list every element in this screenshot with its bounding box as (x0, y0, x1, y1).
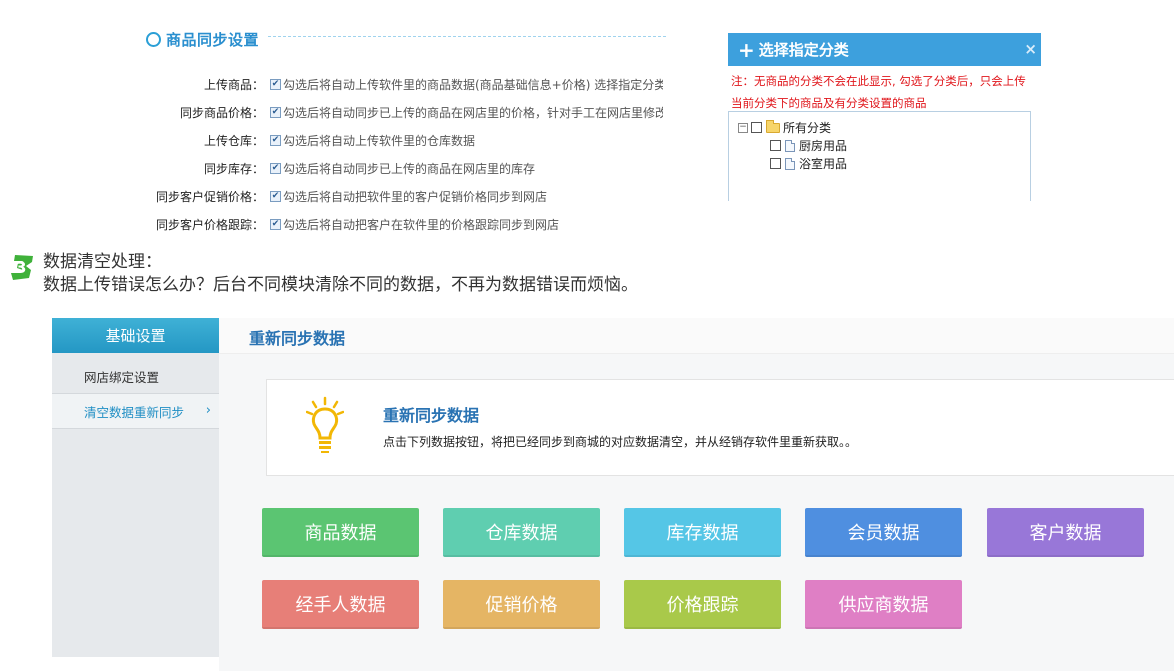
tree-node-label[interactable]: 浴室用品 (799, 155, 847, 172)
collapse-toggle-icon[interactable]: − (738, 122, 748, 133)
chevron-right-icon: › (205, 403, 211, 418)
step-number: 3 (15, 258, 26, 277)
category-dialog-title: 选择指定分类 (758, 41, 849, 59)
option-checkbox[interactable]: ✔ (270, 134, 281, 146)
option-label: 同步库存： (203, 161, 264, 176)
btn-promo-price[interactable]: 促销价格 (443, 580, 600, 629)
sync-options-list: 上传商品： ✔ 勾选后将自动上传软件里的商品数据(商品基础信息+价格) 选择指定… (0, 74, 680, 234)
sync-settings-title: 商品同步设置 (166, 31, 260, 49)
button-label: 价格跟踪 (666, 594, 739, 616)
sidebar-header[interactable]: 基础设置 (52, 318, 219, 353)
tree-checkbox[interactable] (770, 140, 781, 151)
tree-checkbox[interactable] (770, 158, 781, 169)
option-row-sync-price: 同步商品价格： ✔ 勾选后将自动同步已上传的商品在网店里的价格，针对手工在网店里… (0, 102, 663, 122)
folder-icon (766, 119, 780, 133)
button-label: 促销价格 (485, 594, 558, 616)
option-label: 同步客户促销价格： (155, 189, 264, 204)
tree-node-label[interactable]: 所有分类 (783, 119, 831, 136)
option-checkbox[interactable]: ✔ (270, 190, 281, 202)
option-desc: 勾选后将自动上传软件里的商品数据(商品基础信息+价格) 选择指定分类 (283, 77, 663, 92)
file-icon (785, 139, 795, 152)
btn-warehouse-data[interactable]: 仓库数据 (443, 508, 600, 557)
option-label: 同步商品价格： (179, 105, 264, 120)
dotted-divider (268, 36, 666, 37)
plus-icon: + (738, 37, 755, 62)
category-note: 注：无商品的分类不会在此显示, 勾选了分类后，只会上传 当前分类下的商品及有分类… (731, 70, 1051, 114)
option-checkbox[interactable]: ✔ (270, 106, 281, 118)
sidebar-item-label: 清空数据重新同步 (84, 404, 185, 420)
category-note-line1: 注：无商品的分类不会在此显示, 勾选了分类后，只会上传 (731, 74, 1026, 88)
button-label: 会员数据 (847, 522, 920, 544)
option-desc: 勾选后将自动上传软件里的仓库数据 (283, 133, 476, 148)
file-icon (785, 157, 795, 170)
step-number-badge: 3 (11, 255, 33, 280)
main-header-bar (219, 318, 1174, 354)
btn-stock-data[interactable]: 库存数据 (624, 508, 781, 557)
step3-title: 数据清空处理： (43, 252, 162, 272)
sidebar-item-clear-resync[interactable]: 清空数据重新同步 › (52, 394, 219, 429)
button-label: 经手人数据 (295, 594, 386, 616)
btn-member-data[interactable]: 会员数据 (805, 508, 962, 557)
lightbulb-icon (306, 396, 344, 453)
option-desc: 勾选后将自动把客户在软件里的价格跟踪同步到网店 (283, 217, 560, 232)
category-tree: − 所有分类 厨房用品 浴室用品 (728, 111, 1031, 201)
option-row-sync-price-tracking: 同步客户价格跟踪： ✔ 勾选后将自动把客户在软件里的价格跟踪同步到网店 (0, 214, 663, 234)
button-label: 商品数据 (304, 522, 377, 544)
button-label: 客户数据 (1029, 522, 1102, 544)
button-label: 库存数据 (666, 522, 739, 544)
btn-product-data[interactable]: 商品数据 (262, 508, 419, 557)
btn-price-tracking[interactable]: 价格跟踪 (624, 580, 781, 629)
option-row-upload-warehouse: 上传仓库： ✔ 勾选后将自动上传软件里的仓库数据 (0, 130, 663, 150)
tree-node-child: 厨房用品 (770, 137, 847, 154)
info-card (266, 379, 1174, 476)
option-desc: 勾选后将自动同步已上传的商品在网店里的库存 (283, 161, 536, 176)
button-label: 供应商数据 (838, 594, 929, 616)
option-desc: 勾选后将自动同步已上传的商品在网店里的价格，针对手工在网店里修改 (283, 105, 663, 120)
option-label: 上传商品： (203, 77, 264, 92)
option-row-upload-products: 上传商品： ✔ 勾选后将自动上传软件里的商品数据(商品基础信息+价格) 选择指定… (0, 74, 663, 94)
page-title: 重新同步数据 (249, 329, 346, 348)
btn-handler-data[interactable]: 经手人数据 (262, 580, 419, 629)
tree-checkbox[interactable] (751, 122, 762, 133)
option-checkbox[interactable]: ✔ (270, 218, 281, 230)
option-row-sync-stock: 同步库存： ✔ 勾选后将自动同步已上传的商品在网店里的库存 (0, 158, 663, 178)
card-desc: 点击下列数据按钮，将把已经同步到商城的对应数据清空，并从经销存软件里重新获取。。 (383, 435, 858, 449)
step3-desc: 数据上传错误怎么办？后台不同模块清除不同的数据，不再为数据错误而烦恼。 (43, 275, 638, 295)
tree-node-label[interactable]: 厨房用品 (799, 137, 847, 154)
option-row-sync-promo-price: 同步客户促销价格： ✔ 勾选后将自动把软件里的客户促销价格同步到网店 (0, 186, 663, 206)
tree-node-child: 浴室用品 (770, 155, 847, 172)
sidebar-item-shop-binding[interactable]: 网店绑定设置 (52, 359, 219, 394)
option-desc: 勾选后将自动把软件里的客户促销价格同步到网店 (283, 189, 548, 204)
btn-customer-data[interactable]: 客户数据 (987, 508, 1144, 557)
btn-supplier-data[interactable]: 供应商数据 (805, 580, 962, 629)
circle-icon (146, 32, 161, 47)
close-icon[interactable]: × (1024, 40, 1037, 58)
option-label: 上传仓库： (203, 133, 264, 148)
sync-settings-heading: 商品同步设置 (146, 29, 259, 50)
category-dialog-header: + 选择指定分类 × (728, 33, 1041, 66)
option-checkbox[interactable]: ✔ (270, 78, 281, 90)
option-checkbox[interactable]: ✔ (270, 162, 281, 174)
button-label: 仓库数据 (485, 522, 558, 544)
card-title: 重新同步数据 (383, 406, 480, 425)
option-label: 同步客户价格跟踪： (155, 217, 264, 232)
tree-node-root: − 所有分类 (738, 119, 831, 136)
sidebar-item-label: 网店绑定设置 (84, 369, 160, 385)
